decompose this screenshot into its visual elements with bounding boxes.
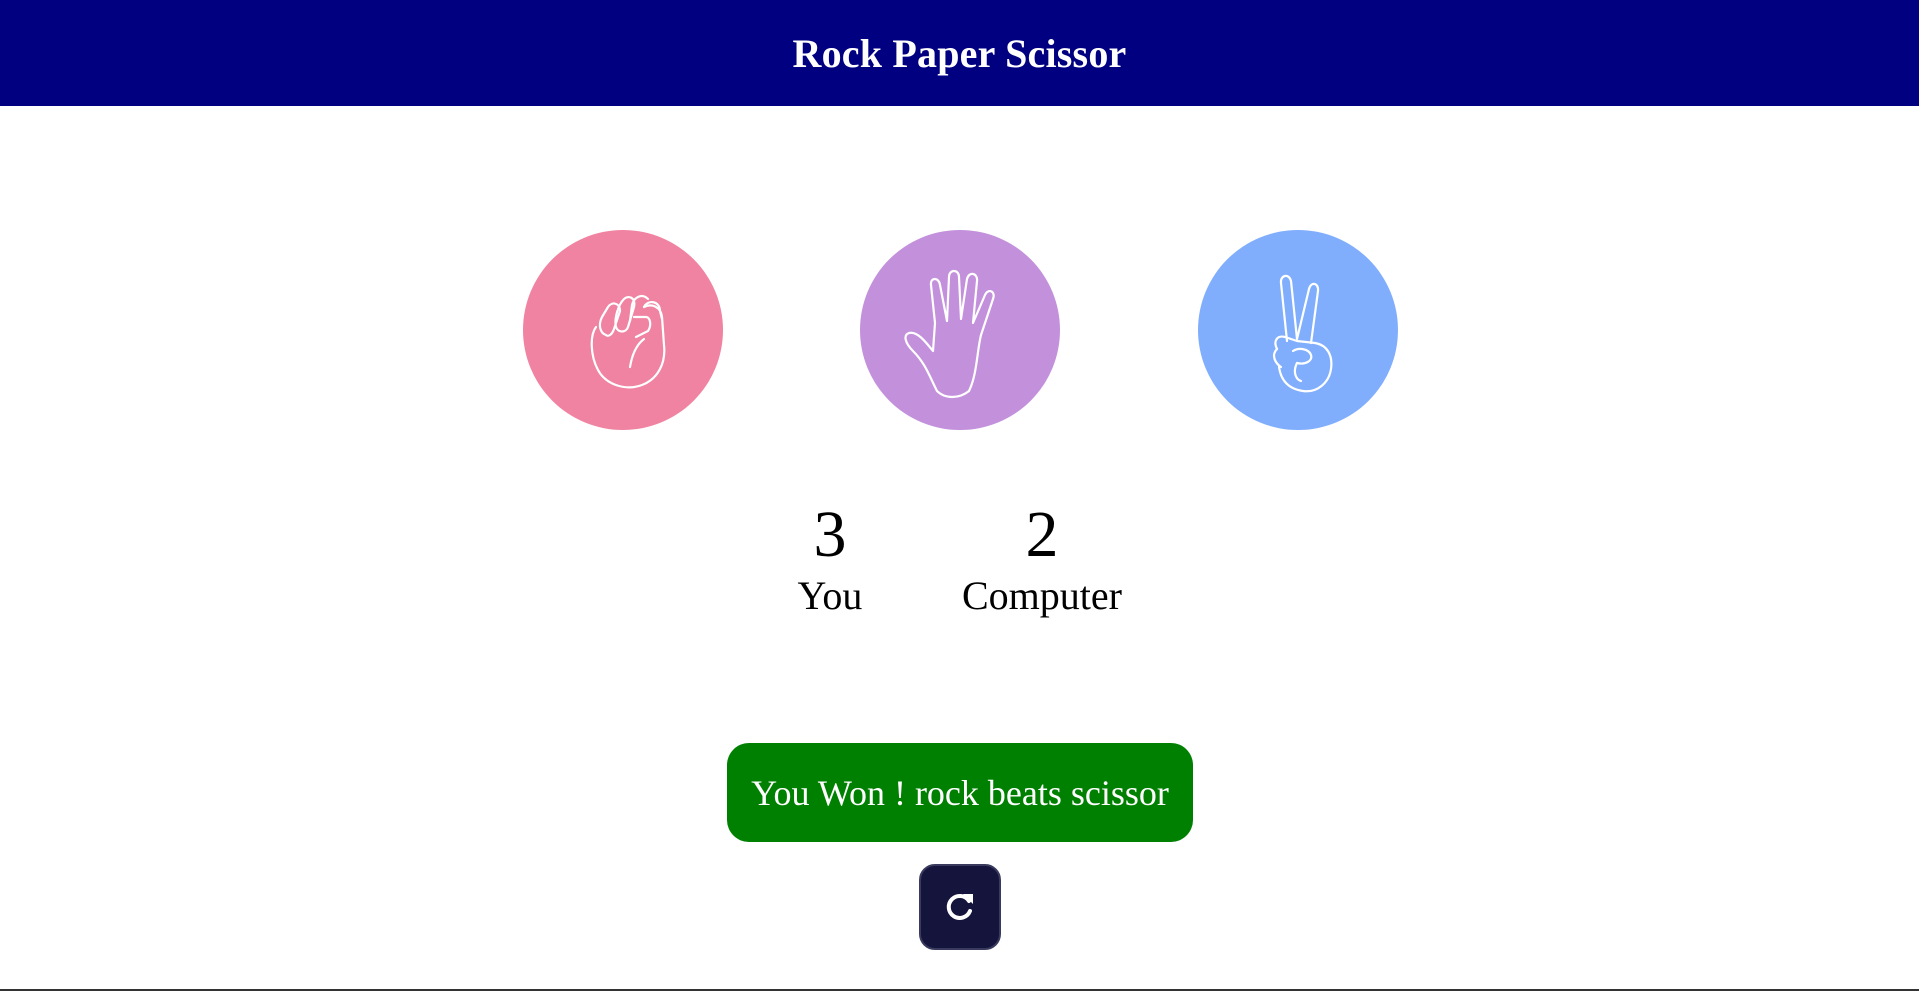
computer-score-value: 2 — [1025, 498, 1059, 571]
reset-button[interactable] — [919, 864, 1001, 950]
header-bar: Rock Paper Scissor — [0, 0, 1919, 106]
fist-icon — [590, 295, 666, 389]
app-page: Rock Paper Scissor 3 You 2 Computer You … — [0, 0, 1919, 991]
user-score-label: You — [797, 573, 863, 618]
victory-hand-icon — [1272, 274, 1333, 393]
open-hand-icon — [904, 269, 995, 399]
refresh-icon — [946, 893, 973, 920]
scissor-choice-button[interactable] — [1198, 230, 1398, 430]
computer-score-label: Computer — [962, 573, 1122, 618]
result-message: You Won ! rock beats scissor — [727, 743, 1193, 842]
scoreboard: 3 You 2 Computer — [0, 496, 1919, 626]
computer-score: 2 Computer — [942, 496, 1142, 618]
user-score-value: 3 — [813, 498, 847, 571]
paper-choice-button[interactable] — [860, 230, 1060, 430]
user-score: 3 You — [770, 496, 890, 618]
rock-choice-button[interactable] — [523, 230, 723, 430]
page-title: Rock Paper Scissor — [792, 30, 1127, 76]
choices-row — [0, 230, 1919, 430]
